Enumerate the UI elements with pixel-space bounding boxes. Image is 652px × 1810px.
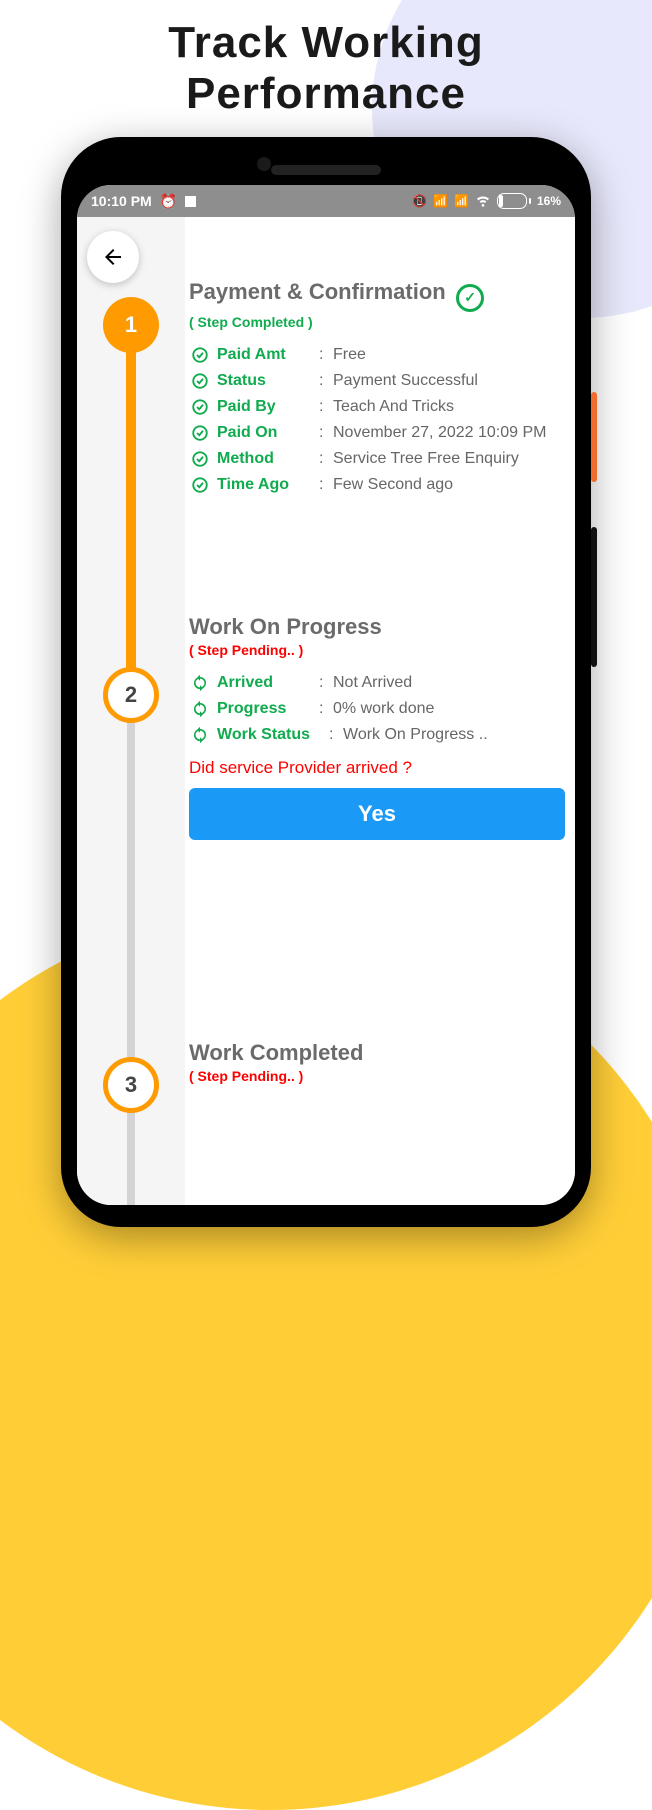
sec1-title: Payment & Confirmation (189, 279, 446, 305)
row-time-ago: Time Ago : Few Second ago (189, 476, 565, 494)
section-payment-confirmation: Payment & Confirmation ( Step Completed … (185, 279, 565, 494)
signal-icon-2: 📶 (454, 194, 469, 208)
check-icon (189, 424, 211, 442)
sec3-title: Work Completed (189, 1040, 363, 1066)
sec2-subtitle: ( Step Pending.. ) (189, 642, 565, 658)
side-button-volume (591, 527, 597, 667)
app-body: 1 2 3 Payment & Confirmation ( Step Comp… (77, 217, 575, 1205)
signal-icon-1: 📶 (433, 194, 448, 208)
sec2-title: Work On Progress (189, 614, 382, 640)
row-paid-by: Paid By : Teach And Tricks (189, 398, 565, 416)
sec3-subtitle: ( Step Pending.. ) (189, 1068, 565, 1084)
back-button[interactable] (87, 231, 139, 283)
row-status: Status : Payment Successful (189, 372, 565, 390)
check-icon (189, 372, 211, 390)
section-work-progress: Work On Progress ( Step Pending.. ) Arri… (185, 614, 565, 840)
row-paid-amt: Paid Amt : Free (189, 346, 565, 364)
row-method: Method : Service Tree Free Enquiry (189, 450, 565, 468)
promo-title-line1: Track Working (168, 18, 483, 67)
section-work-completed: Work Completed ( Step Pending.. ) (185, 1040, 565, 1084)
row-work-status: Work Status : Work On Progress .. (189, 726, 565, 744)
check-circle-icon (456, 284, 484, 312)
refresh-icon (189, 700, 211, 718)
phone-screen: 10:10 PM ⏰ 📵 📶 📶 16% (77, 185, 575, 1205)
refresh-icon (189, 726, 211, 744)
promo-title: Track Working Performance (0, 18, 652, 119)
promo-title-line2: Performance (186, 69, 466, 118)
side-button-power (591, 392, 597, 482)
check-icon (189, 476, 211, 494)
refresh-icon (189, 674, 211, 692)
alarm-icon: ⏰ (160, 193, 177, 210)
wifi-icon (475, 192, 491, 211)
square-icon (185, 196, 196, 207)
timeline-line-pending (127, 717, 135, 1205)
row-progress: Progress : 0% work done (189, 700, 565, 718)
row-arrived: Arrived : Not Arrived (189, 674, 565, 692)
check-icon (189, 450, 211, 468)
battery-icon (497, 193, 531, 209)
phone-frame: 10:10 PM ⏰ 📵 📶 📶 16% (61, 137, 591, 1227)
battery-percent: 16% (537, 194, 561, 208)
check-icon (189, 398, 211, 416)
check-icon (189, 346, 211, 364)
step-dot-2: 2 (103, 667, 159, 723)
timeline: 1 2 3 (77, 217, 185, 1205)
statusbar: 10:10 PM ⏰ 📵 📶 📶 16% (77, 185, 575, 217)
arrow-left-icon (101, 245, 125, 269)
row-paid-on: Paid On : November 27, 2022 10:09 PM (189, 424, 565, 442)
yes-button[interactable]: Yes (189, 788, 565, 840)
no-sim-icon: 📵 (412, 194, 427, 208)
arrived-question: Did service Provider arrived ? (189, 758, 565, 778)
sec1-subtitle: ( Step Completed ) (189, 314, 565, 330)
content[interactable]: Payment & Confirmation ( Step Completed … (185, 217, 575, 1205)
statusbar-time: 10:10 PM (91, 193, 152, 209)
step-dot-3: 3 (103, 1057, 159, 1113)
step-dot-1: 1 (103, 297, 159, 353)
timeline-line-completed (126, 347, 136, 673)
